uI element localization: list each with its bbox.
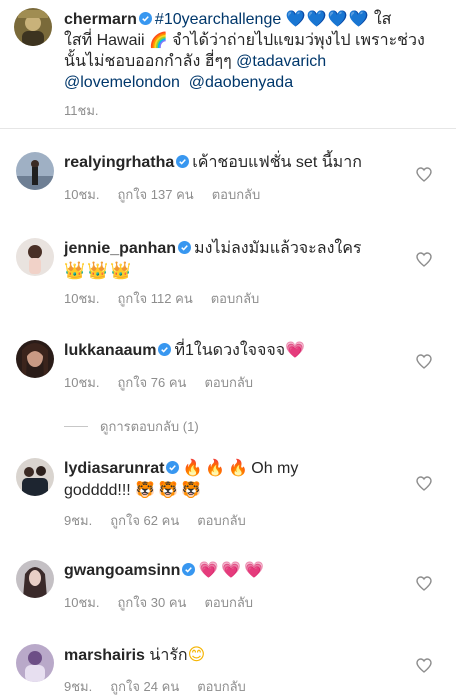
crown-emoji: 👑👑👑 bbox=[64, 261, 134, 280]
caption-text-4: นั้นไม่ชอบออกกำลัง ฮี่ๆๆ bbox=[64, 53, 237, 70]
comment-text: ที่1ในดวงใจจจจ bbox=[174, 342, 286, 359]
divider bbox=[64, 426, 88, 427]
avatar[interactable] bbox=[16, 560, 54, 598]
verified-icon bbox=[166, 461, 180, 474]
verified-icon bbox=[178, 241, 192, 254]
verified-icon bbox=[182, 563, 196, 576]
comment-body: marshairis น่ารัก😊 bbox=[64, 644, 404, 667]
comment-text-2: godddd!!! bbox=[64, 482, 136, 499]
username[interactable]: lydiasarunrat bbox=[64, 460, 164, 477]
avatar[interactable] bbox=[16, 458, 54, 496]
avatar[interactable] bbox=[16, 238, 54, 276]
tiger-emoji: 🐯🐯🐯 bbox=[135, 482, 204, 499]
reply-button[interactable]: ตอบกลับ bbox=[197, 679, 246, 694]
reply-button[interactable]: ตอบกลับ bbox=[212, 187, 261, 202]
smile-emoji: 😊 bbox=[187, 645, 206, 664]
comment-body: gwangoamsinn 💗💗💗 bbox=[64, 560, 404, 582]
timestamp: 9ชม. bbox=[64, 679, 93, 694]
like-count[interactable]: ถูกใจ 62 คน bbox=[110, 513, 179, 528]
caption-text: chermarn #10yearchallenge 💙💙💙💙 ใส ใสที่ H… bbox=[64, 9, 444, 93]
heart-icon[interactable] bbox=[416, 576, 432, 591]
heart-icon[interactable] bbox=[416, 476, 432, 491]
post-caption: chermarn #10yearchallenge 💙💙💙💙 ใส ใสที่ H… bbox=[0, 0, 456, 129]
mention-link[interactable]: @tadavarich bbox=[236, 53, 326, 70]
heart-icon[interactable] bbox=[416, 354, 432, 369]
verified-icon bbox=[138, 12, 152, 25]
like-count[interactable]: ถูกใจ 137 คน bbox=[117, 187, 193, 202]
avatar[interactable] bbox=[14, 8, 52, 46]
hashtag-link[interactable]: #10yearchallenge bbox=[155, 11, 281, 28]
reply-button[interactable]: ตอบกลับ bbox=[197, 513, 246, 528]
view-replies-button[interactable]: ดูการตอบกลับ (1) bbox=[64, 416, 199, 437]
username[interactable]: lukkanaaum bbox=[64, 342, 156, 359]
rainbow-emoji: 🌈 bbox=[149, 32, 168, 49]
comment-body: jennie_panhan มงไม่ลงมัมแล้วจะลงใคร 👑👑👑 bbox=[64, 238, 404, 283]
comment-body: lydiasarunrat 🔥🔥🔥Oh my godddd!!! 🐯🐯🐯 bbox=[64, 458, 404, 502]
reply-button[interactable]: ตอบกลับ bbox=[204, 595, 253, 610]
mention-link[interactable]: @daobenyada bbox=[189, 74, 293, 91]
username[interactable]: marshairis bbox=[64, 647, 145, 664]
blue-heart-emoji: 💙💙💙💙 bbox=[285, 11, 370, 28]
comment-text: เค้าชอบแฟชั่น set นี้มาก bbox=[192, 154, 362, 171]
timestamp: 10ชม. bbox=[64, 187, 100, 202]
comment-meta: 10ชม. ถูกใจ 112 คน ตอบกลับ bbox=[64, 288, 277, 309]
comment-meta: 9ชม. ถูกใจ 24 คน ตอบกลับ bbox=[64, 676, 264, 697]
comment-meta: 10ชม. ถูกใจ 30 คน ตอบกลับ bbox=[64, 592, 271, 613]
username[interactable]: jennie_panhan bbox=[64, 240, 176, 257]
comment-meta: 10ชม. ถูกใจ 137 คน ตอบกลับ bbox=[64, 184, 278, 205]
fire-emoji: 🔥🔥🔥 bbox=[182, 460, 252, 477]
comment-body: realyingrhatha เค้าชอบแฟชั่น set นี้มาก bbox=[64, 152, 404, 174]
timestamp: 9ชม. bbox=[64, 513, 93, 528]
timestamp: 10ชม. bbox=[64, 595, 100, 610]
like-count[interactable]: ถูกใจ 112 คน bbox=[117, 291, 192, 306]
like-count[interactable]: ถูกใจ 30 คน bbox=[117, 595, 186, 610]
caption-text-2: ใสที่ Hawaii bbox=[64, 32, 150, 49]
timestamp: 11ชม. bbox=[64, 103, 99, 118]
username[interactable]: chermarn bbox=[64, 11, 137, 28]
avatar[interactable] bbox=[16, 152, 54, 190]
caption-text-1: ใส bbox=[369, 11, 392, 28]
comment-text: มงไม่ลงมัมแล้วจะลงใคร bbox=[194, 240, 362, 257]
heart-icon[interactable] bbox=[416, 167, 432, 182]
verified-icon bbox=[176, 155, 190, 168]
avatar[interactable] bbox=[16, 644, 54, 682]
username[interactable]: gwangoamsinn bbox=[64, 562, 180, 579]
heart-icon[interactable] bbox=[416, 252, 432, 267]
like-count[interactable]: ถูกใจ 76 คน bbox=[117, 375, 186, 390]
comment-meta: 9ชม. ถูกใจ 62 คน ตอบกลับ bbox=[64, 510, 264, 531]
pink-heart-emoji: 💗 bbox=[285, 342, 309, 359]
username[interactable]: realyingrhatha bbox=[64, 154, 174, 171]
reply-button[interactable]: ตอบกลับ bbox=[204, 375, 253, 390]
mention-link[interactable]: @lovemelondon bbox=[64, 74, 180, 91]
comment-meta: 10ชม. ถูกใจ 76 คน ตอบกลับ bbox=[64, 372, 271, 393]
comment-body: lukkanaaum ที่1ในดวงใจจจจ💗 bbox=[64, 340, 404, 362]
timestamp: 10ชม. bbox=[64, 375, 100, 390]
pink-heart-emoji: 💗💗💗 bbox=[198, 562, 268, 579]
verified-icon bbox=[158, 343, 172, 356]
comment-text: น่ารัก bbox=[149, 647, 188, 664]
heart-icon[interactable] bbox=[416, 658, 432, 673]
comment-text: Oh my bbox=[251, 460, 299, 477]
like-count[interactable]: ถูกใจ 24 คน bbox=[110, 679, 179, 694]
timestamp: 10ชม. bbox=[64, 291, 100, 306]
reply-button[interactable]: ตอบกลับ bbox=[211, 291, 260, 306]
caption-text-3: จำได้ว่าถ่ายไปแขมว่พุงไป เพราะช่วง bbox=[167, 32, 425, 49]
avatar[interactable] bbox=[16, 340, 54, 378]
view-replies-label[interactable]: ดูการตอบกลับ (1) bbox=[100, 416, 199, 437]
